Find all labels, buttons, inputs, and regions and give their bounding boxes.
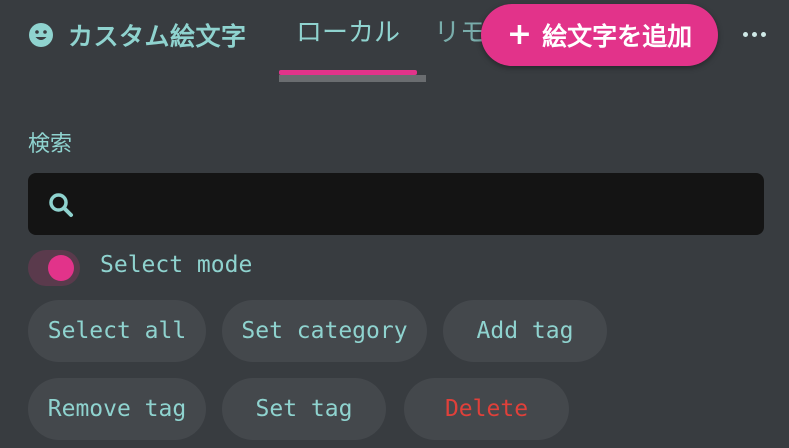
- page-title: カスタム絵文字: [28, 18, 247, 52]
- plus-icon: +: [506, 17, 533, 52]
- search-icon: [49, 193, 73, 217]
- tab-scrollbar[interactable]: [279, 75, 426, 82]
- more-horizontal-icon-dot: [760, 31, 766, 37]
- set-tag-button[interactable]: Set tag: [222, 378, 386, 440]
- page-title-text: カスタム絵文字: [68, 22, 247, 51]
- search-input[interactable]: [92, 183, 746, 227]
- select-all-button[interactable]: Select all: [28, 300, 206, 362]
- add-tag-button[interactable]: Add tag: [443, 300, 607, 362]
- remove-tag-button[interactable]: Remove tag: [28, 378, 206, 440]
- more-horizontal-icon-dot: [742, 31, 748, 37]
- add-emoji-button-label: 絵文字を追加: [542, 22, 693, 51]
- smile-icon: [29, 23, 53, 47]
- tab-remote[interactable]: リモ: [434, 12, 486, 49]
- select-mode-toggle[interactable]: [28, 250, 80, 286]
- search-label: 検索: [28, 132, 73, 157]
- search-field[interactable]: [28, 173, 764, 235]
- add-emoji-button[interactable]: + 絵文字を追加: [481, 4, 718, 66]
- set-category-button[interactable]: Set category: [222, 300, 427, 362]
- more-menu-button[interactable]: [736, 22, 772, 46]
- more-horizontal-icon-dot: [751, 31, 757, 37]
- tab-local[interactable]: ローカル: [296, 12, 400, 49]
- toggle-knob: [48, 255, 74, 281]
- select-mode-label: Select mode: [100, 252, 253, 278]
- page-header: カスタム絵文字 ローカル リモ + 絵文字を追加: [0, 0, 789, 84]
- delete-button[interactable]: Delete: [404, 378, 569, 440]
